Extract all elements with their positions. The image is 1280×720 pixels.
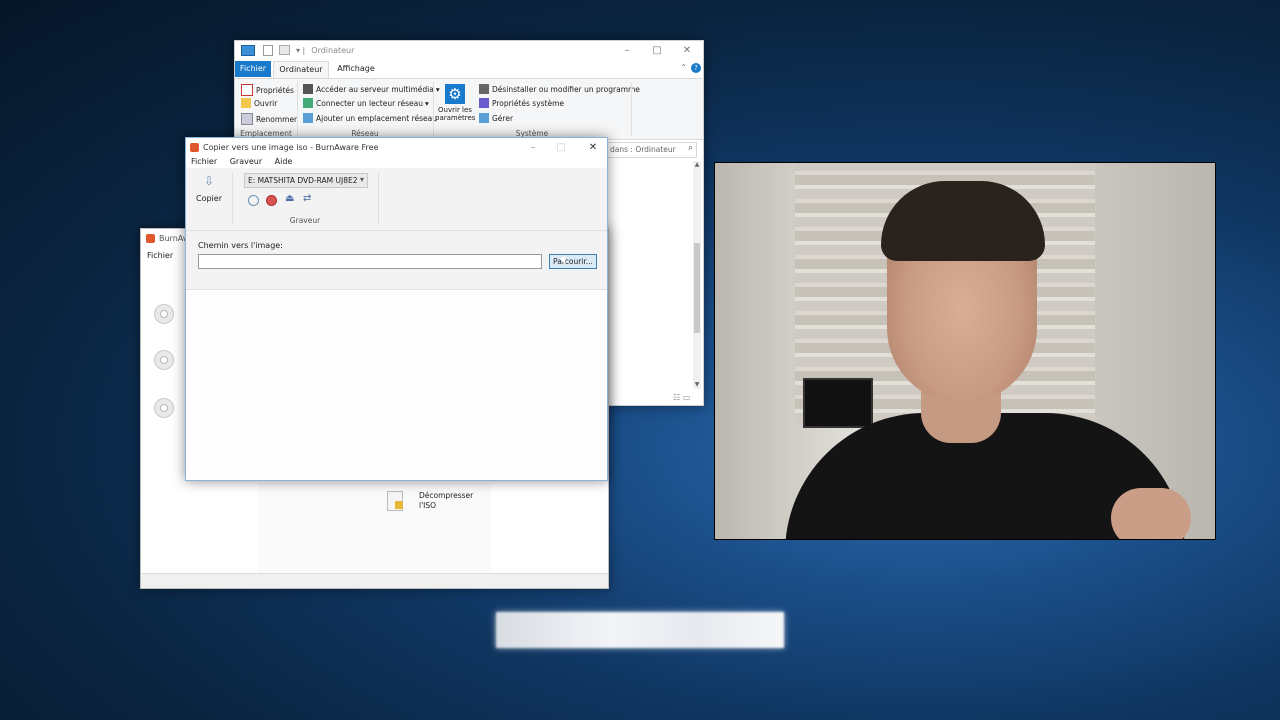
cycle-icon[interactable]: ⇄: [303, 193, 311, 204]
properties-icon[interactable]: [263, 44, 273, 56]
properties-icon: [241, 84, 253, 96]
system-properties-icon: [479, 98, 489, 108]
network-location-icon: [303, 113, 313, 123]
content-area: [187, 291, 605, 479]
search-input[interactable]: dans : Ordinateur: [610, 145, 676, 154]
decompress-iso-tile[interactable]: Décompresser l'ISO: [387, 491, 497, 513]
scroll-down-arrow[interactable]: ▼: [693, 381, 701, 389]
refresh-icon[interactable]: [248, 195, 259, 206]
ribbon-item-media-server[interactable]: Accéder au serveur multimédia ▾: [303, 84, 440, 94]
ribbon-tabs: Fichier Ordinateur Affichage ⌃ ?: [235, 61, 703, 78]
disc-icon[interactable]: [154, 350, 174, 370]
path-section: Chemin vers l'image: Parcourir...: [186, 231, 607, 290]
network-drive-icon: [303, 98, 313, 108]
chevron-up-icon[interactable]: ⌃: [680, 63, 687, 72]
chevron-down-icon: ▾: [359, 175, 364, 184]
copy-dialog-menu: Fichier Graveur Aide: [191, 157, 302, 166]
drive-select[interactable]: E: MATSHITA DVD-RAM UJ8E2 ▾: [244, 173, 368, 188]
ribbon-item-ouvrir[interactable]: Ouvrir: [241, 98, 277, 108]
ribbon-item-gerer[interactable]: Gérer: [479, 113, 513, 123]
archive-icon-badge: [395, 501, 403, 509]
view-toggle[interactable]: ☷ ▭: [673, 393, 690, 402]
status-bar: [141, 573, 608, 588]
settings-gear-icon: ⚙: [445, 84, 465, 104]
menu-aide[interactable]: Aide: [275, 157, 293, 166]
ribbon-separator: [433, 82, 434, 136]
burnaware-icon: [146, 233, 155, 243]
tab-ordinateur[interactable]: Ordinateur: [273, 61, 329, 78]
close-button[interactable]: ✕: [579, 138, 607, 156]
vertical-scrollbar[interactable]: ▲ ▼: [693, 161, 701, 389]
search-icon[interactable]: ⌕: [688, 143, 693, 153]
open-settings-button[interactable]: ⚙ Ouvrir les paramètres: [435, 82, 475, 126]
browse-button[interactable]: Parcourir...: [549, 254, 597, 269]
webcam-video: [714, 162, 1216, 540]
search-box[interactable]: dans : Ordinateur ⌕: [607, 142, 697, 158]
tv-screen: [803, 378, 873, 428]
minimize-button[interactable]: –: [519, 138, 547, 156]
group-label-graveur: Graveur: [289, 216, 321, 225]
path-label: Chemin vers l'image:: [198, 241, 283, 250]
close-button[interactable]: ✕: [673, 41, 701, 59]
minimize-button[interactable]: –: [613, 41, 641, 59]
presenter-hand: [1111, 488, 1191, 539]
ribbon-item-renommer[interactable]: Renommer: [241, 113, 297, 125]
ribbon-item-proprietes[interactable]: Propriétés: [241, 84, 294, 96]
copy-disc-icon: ⇩: [203, 174, 215, 188]
scroll-up-arrow[interactable]: ▲: [693, 161, 701, 169]
burnaware-icon: [190, 142, 199, 152]
ribbon-separator: [631, 82, 632, 136]
ribbon-item-uninstall[interactable]: Désinstaller ou modifier un programme: [479, 84, 640, 94]
copy-dialog-title: Copier vers une image iso - BurnAware Fr…: [203, 142, 379, 152]
ribbon-item-system-properties[interactable]: Propriétés système: [479, 98, 564, 108]
blurred-overlay: [496, 612, 784, 648]
open-icon: [241, 98, 251, 108]
toolbar-separator: [378, 172, 379, 224]
toolbar-area: ⇩ Copier E: MATSHITA DVD-RAM UJ8E2 ▾ ⏏ ⇄…: [186, 168, 607, 231]
menu-graveur[interactable]: Graveur: [230, 157, 262, 166]
erase-icon[interactable]: [266, 195, 277, 206]
copy-button[interactable]: ⇩ Copier: [194, 174, 224, 208]
quick-access-dropdown-icon[interactable]: ▾ |: [296, 46, 305, 55]
ribbon-body: Propriétés Ouvrir Renommer Emplacement A…: [235, 78, 703, 140]
maximize-button[interactable]: □: [643, 41, 671, 59]
disc-icon[interactable]: [154, 304, 174, 324]
disc-icon[interactable]: [154, 398, 174, 418]
tab-affichage[interactable]: Affichage: [333, 61, 379, 77]
new-folder-icon[interactable]: [279, 45, 290, 55]
path-input[interactable]: [198, 254, 542, 269]
ribbon-item-network-drive[interactable]: Connecter un lecteur réseau ▾: [303, 98, 429, 108]
menu-fichier[interactable]: Fichier: [147, 251, 173, 260]
uninstall-icon: [479, 84, 489, 94]
maximize-button[interactable]: □: [547, 138, 575, 156]
media-server-icon: [303, 84, 313, 94]
explorer-title: Ordinateur: [311, 45, 355, 55]
computer-icon: [241, 44, 255, 56]
copy-iso-dialog: Copier vers une image iso - BurnAware Fr…: [185, 137, 608, 481]
ribbon-item-network-location[interactable]: Ajouter un emplacement réseau: [303, 113, 437, 123]
scroll-thumb[interactable]: [694, 243, 700, 333]
ribbon-separator: [297, 82, 298, 136]
help-icon[interactable]: ?: [691, 63, 701, 73]
rename-icon: [241, 113, 253, 125]
manage-icon: [479, 113, 489, 123]
menu-fichier[interactable]: Fichier: [191, 157, 217, 166]
tab-fichier[interactable]: Fichier: [235, 61, 271, 77]
eject-icon[interactable]: ⏏: [285, 193, 294, 204]
